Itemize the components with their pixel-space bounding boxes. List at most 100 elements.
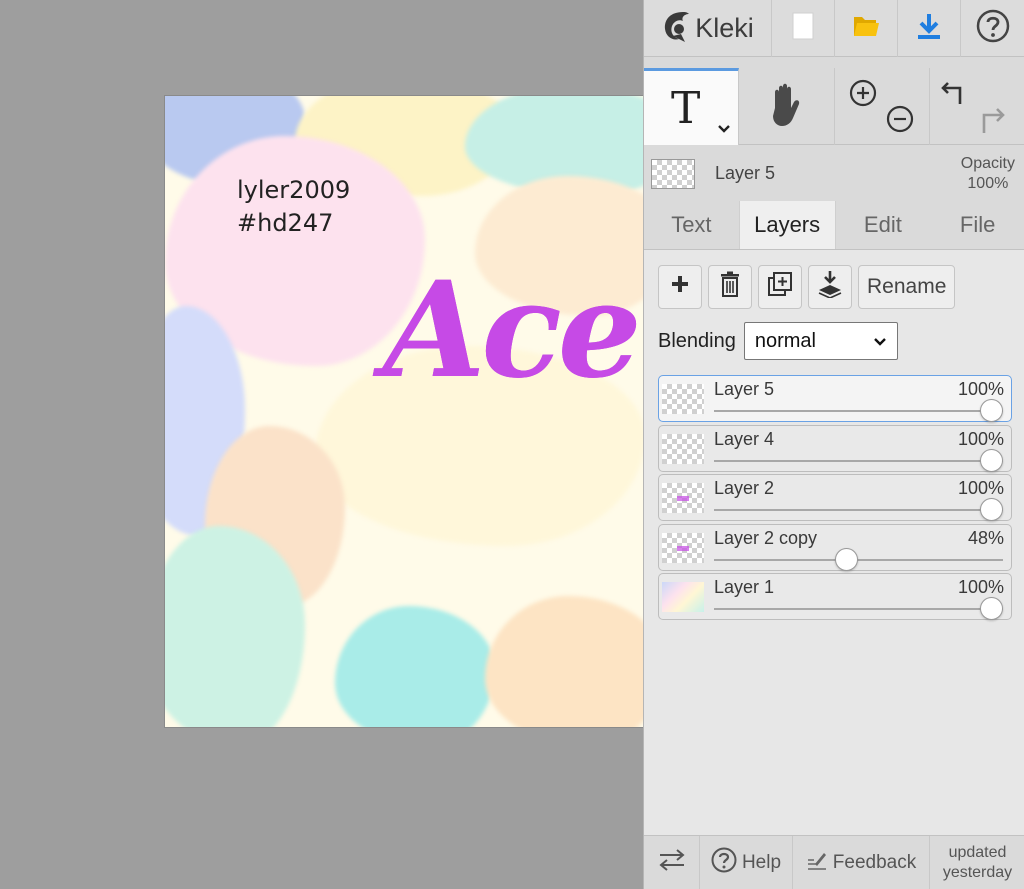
swap-side-button[interactable] — [644, 836, 700, 889]
opacity-label: Opacity — [960, 155, 1015, 172]
layers-panel: Rename Blending normal Layer 5 100% Laye — [644, 250, 1024, 835]
layer-opacity-slider[interactable] — [714, 608, 1003, 610]
app-name: Kleki — [695, 13, 754, 43]
text-tool-icon: T — [671, 83, 701, 134]
merge-down-button[interactable] — [808, 265, 852, 309]
text-tool-button[interactable]: T — [644, 68, 740, 145]
layer-item[interactable]: Layer 1 100% — [658, 573, 1012, 620]
hand-icon — [765, 82, 809, 133]
layer-action-buttons: Rename — [658, 265, 956, 309]
layer-opacity-handle[interactable] — [980, 498, 1003, 521]
layer-opacity: 48% — [967, 527, 1004, 548]
swap-arrows-icon — [658, 848, 686, 878]
canvas-text-line: lyler2009 — [237, 176, 351, 204]
layer-item[interactable]: Layer 2 copy 48% — [658, 523, 1012, 571]
blending-value: normal — [754, 329, 816, 352]
layer-opacity-handle[interactable] — [980, 399, 1003, 422]
opacity-readout[interactable]: Opacity 100% — [961, 154, 1015, 194]
feedback-pen-icon — [806, 849, 828, 877]
plus-icon — [671, 275, 689, 299]
layer-opacity-slider[interactable] — [714, 509, 1003, 511]
tool-bar: T — [644, 68, 1024, 145]
layer-list: Layer 5 100% Layer 4 100% Layer 2 100% L… — [658, 375, 1012, 623]
redo-icon[interactable] — [976, 104, 1008, 141]
feedback-label: Feedback — [832, 852, 917, 873]
rename-layer-button[interactable]: Rename — [858, 265, 956, 309]
layer-thumbnail — [662, 384, 704, 414]
blending-row: Blending normal — [658, 322, 898, 360]
layer-opacity-slider[interactable] — [714, 459, 1003, 462]
paint-blob — [485, 596, 643, 727]
blending-label: Blending — [658, 329, 736, 352]
help-footer-button[interactable]: Help — [700, 836, 793, 889]
panel-footer: Help Feedback updated yesterday — [644, 835, 1024, 889]
open-folder-icon — [852, 13, 880, 44]
download-button[interactable] — [898, 0, 961, 57]
side-panel: Kleki T Layer 5 Opacity 100% Text Layers… — [643, 0, 1024, 889]
layer-name: Layer 2 copy — [714, 527, 818, 548]
layer-opacity: 100% — [957, 478, 1004, 498]
layer-item[interactable]: Layer 5 100% — [658, 375, 1012, 422]
layer-item[interactable]: Layer 4 100% — [658, 424, 1012, 472]
zoom-controls — [835, 68, 930, 145]
help-label: Help — [741, 852, 782, 873]
layer-opacity-slider[interactable] — [714, 558, 1003, 561]
tab-file[interactable]: File — [930, 201, 1024, 249]
kleki-logo-icon — [661, 9, 691, 48]
layer-item[interactable]: Layer 2 100% — [658, 474, 1012, 521]
zoom-out-icon[interactable] — [885, 104, 915, 139]
updated-line: updated — [948, 844, 1007, 861]
delete-layer-button[interactable] — [708, 265, 752, 309]
canvas-art-text: Ace — [383, 253, 642, 408]
layer-opacity-handle[interactable] — [980, 597, 1003, 620]
chevron-down-icon — [873, 330, 887, 353]
thumbnail-mark — [677, 545, 689, 551]
layer-thumbnail — [662, 483, 704, 513]
hand-tool-button[interactable] — [739, 68, 835, 145]
add-layer-button[interactable] — [658, 265, 702, 309]
undo-icon[interactable] — [940, 78, 970, 113]
layer-name: Layer 2 — [714, 478, 775, 498]
current-layer-thumbnail — [651, 159, 695, 189]
drawing-canvas[interactable]: lyler2009 #hd247 Ace — [164, 95, 643, 728]
blending-select[interactable]: normal — [743, 322, 898, 360]
zoom-in-icon[interactable] — [848, 78, 878, 113]
layer-name: Layer 5 — [714, 379, 775, 399]
layer-name: Layer 1 — [714, 577, 775, 597]
layer-opacity: 100% — [957, 428, 1004, 449]
layer-opacity-slider[interactable] — [714, 410, 1003, 412]
layer-opacity: 100% — [957, 379, 1004, 399]
merge-down-icon — [817, 270, 843, 304]
feedback-button[interactable]: Feedback — [793, 836, 930, 889]
open-file-button[interactable] — [835, 0, 898, 57]
tab-text[interactable]: Text — [644, 201, 739, 249]
duplicate-icon — [767, 271, 793, 303]
updated-line: yesterday — [942, 864, 1013, 881]
current-layer-row: Layer 5 Opacity 100% — [644, 146, 1024, 201]
tab-edit[interactable]: Edit — [836, 201, 931, 249]
new-file-button[interactable] — [772, 0, 835, 57]
canvas-text-line: #hd247 — [237, 209, 334, 237]
help-button[interactable] — [961, 0, 1024, 57]
new-file-icon — [792, 12, 814, 45]
paint-blob — [335, 606, 495, 727]
top-bar: Kleki — [644, 0, 1024, 57]
tab-layers[interactable]: Layers — [738, 201, 836, 249]
download-icon — [916, 12, 942, 45]
opacity-value: 100% — [967, 175, 1009, 192]
help-circle-icon — [711, 847, 737, 879]
layer-opacity-handle[interactable] — [835, 547, 859, 571]
panel-tabs: Text Layers Edit File — [644, 201, 1024, 250]
caret-down-icon[interactable] — [717, 121, 731, 139]
duplicate-layer-button[interactable] — [758, 265, 802, 309]
layer-thumbnail — [662, 532, 704, 563]
brand[interactable]: Kleki — [644, 0, 772, 57]
help-circle-icon — [976, 9, 1010, 48]
canvas-workspace[interactable]: lyler2009 #hd247 Ace — [0, 0, 643, 889]
layer-opacity: 100% — [957, 577, 1004, 597]
layer-thumbnail — [662, 582, 704, 612]
current-layer-name: Layer 5 — [715, 163, 776, 183]
thumbnail-mark — [677, 496, 689, 501]
updated-notice[interactable]: updated yesterday — [930, 836, 1024, 889]
layer-opacity-handle[interactable] — [980, 448, 1003, 472]
